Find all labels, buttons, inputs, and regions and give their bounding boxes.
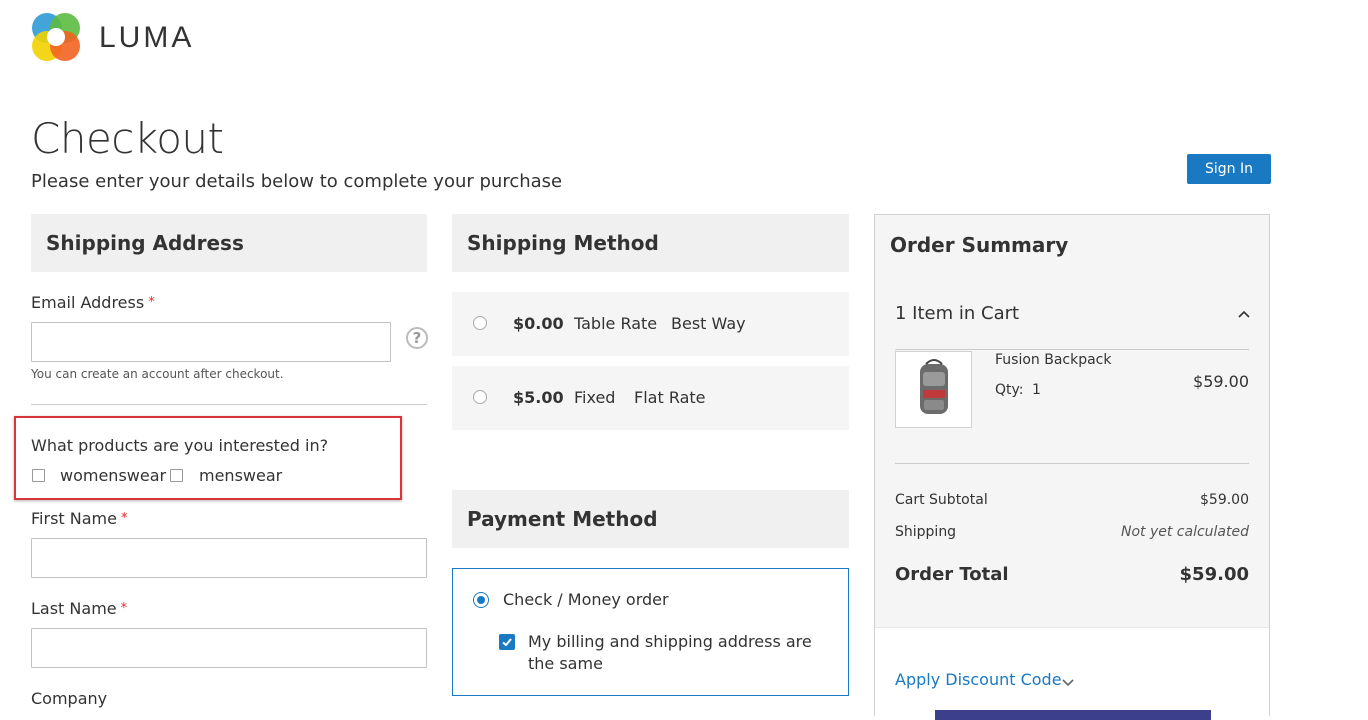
divider bbox=[31, 404, 427, 405]
order-total-label: Order Total bbox=[895, 564, 1009, 585]
apply-discount-link[interactable]: Apply Discount Code bbox=[895, 670, 1062, 689]
luma-logo[interactable]: LUMA bbox=[31, 12, 201, 62]
page-subtitle: Please enter your details below to compl… bbox=[31, 171, 563, 192]
help-icon[interactable]: ? bbox=[406, 327, 428, 349]
interest-highlight-box bbox=[14, 416, 402, 500]
billing-same-checkbox[interactable] bbox=[499, 634, 515, 650]
shipping-price: $0.00 bbox=[513, 314, 564, 333]
email-note: You can create an account after checkout… bbox=[31, 367, 284, 381]
payment-method-heading: Payment Method bbox=[452, 490, 849, 548]
subtotal-value: $59.00 bbox=[1200, 492, 1249, 508]
backpack-icon bbox=[920, 359, 948, 414]
sign-in-button[interactable]: Sign In bbox=[1187, 154, 1271, 184]
shipping-carrier: Fixed bbox=[574, 388, 616, 407]
order-summary: Order Summary 1 Item in Cart Fusion Back… bbox=[874, 214, 1270, 720]
checkmark-icon bbox=[502, 638, 512, 647]
product-price: $59.00 bbox=[1193, 372, 1249, 391]
subtotal-label: Cart Subtotal bbox=[895, 492, 988, 508]
first-name-field[interactable] bbox=[31, 538, 427, 578]
required-mark: * bbox=[148, 295, 155, 310]
womenswear-label[interactable]: womenswear bbox=[60, 466, 166, 485]
payment-option-check-money-order[interactable]: Check / Money order My billing and shipp… bbox=[452, 568, 849, 696]
shipping-value: Not yet calculated bbox=[1120, 524, 1249, 540]
shipping-address-heading: Shipping Address bbox=[31, 214, 427, 272]
email-label: Email Address * bbox=[31, 293, 155, 312]
shipping-method-heading: Shipping Method bbox=[452, 214, 849, 272]
shipping-radio[interactable] bbox=[473, 390, 487, 404]
shipping-label: Shipping bbox=[895, 524, 957, 540]
required-mark: * bbox=[120, 511, 128, 526]
shipping-option-table-rate[interactable]: $0.00 Table Rate Best Way bbox=[452, 292, 849, 356]
womenswear-checkbox[interactable] bbox=[32, 469, 45, 482]
shipping-radio[interactable] bbox=[473, 316, 487, 330]
email-field[interactable] bbox=[31, 322, 391, 362]
shipping-option-flat-rate[interactable]: $5.00 Fixed Flat Rate bbox=[452, 366, 849, 430]
shipping-carrier: Table Rate bbox=[574, 314, 658, 333]
chevron-up-icon[interactable] bbox=[1237, 307, 1251, 321]
last-name-field[interactable] bbox=[31, 628, 427, 668]
place-order-button[interactable] bbox=[935, 710, 1211, 720]
product-qty-label: Qty: bbox=[995, 382, 1024, 398]
chevron-down-icon[interactable] bbox=[1061, 675, 1075, 689]
shipping-method-name: Flat Rate bbox=[634, 388, 706, 407]
divider bbox=[895, 349, 1249, 350]
first-name-label: First Name * bbox=[31, 509, 128, 528]
product-qty: 1 bbox=[1032, 382, 1041, 398]
divider bbox=[895, 463, 1249, 464]
required-mark: * bbox=[120, 601, 128, 616]
luma-logo-icon bbox=[32, 13, 80, 61]
page-title: Checkout bbox=[31, 114, 224, 163]
company-label: Company bbox=[31, 689, 108, 708]
shipping-price: $5.00 bbox=[513, 388, 564, 407]
last-name-label: Last Name * bbox=[31, 599, 128, 618]
payment-radio[interactable] bbox=[473, 592, 489, 608]
menswear-label[interactable]: menswear bbox=[199, 466, 282, 485]
radio-selected-dot bbox=[477, 596, 485, 604]
order-summary-heading: Order Summary bbox=[890, 233, 1069, 257]
logo-text: LUMA bbox=[99, 21, 195, 54]
items-in-cart[interactable]: 1 Item in Cart bbox=[895, 303, 1019, 324]
payment-option-label[interactable]: Check / Money order bbox=[503, 590, 669, 609]
shipping-method-name: Best Way bbox=[671, 314, 746, 333]
product-thumbnail bbox=[895, 351, 972, 428]
interest-question: What products are you interested in? bbox=[31, 436, 329, 455]
order-total-value: $59.00 bbox=[1179, 564, 1249, 585]
menswear-checkbox[interactable] bbox=[170, 469, 183, 482]
billing-same-label[interactable]: My billing and shipping address are the … bbox=[528, 631, 833, 675]
product-name: Fusion Backpack bbox=[995, 352, 1112, 368]
